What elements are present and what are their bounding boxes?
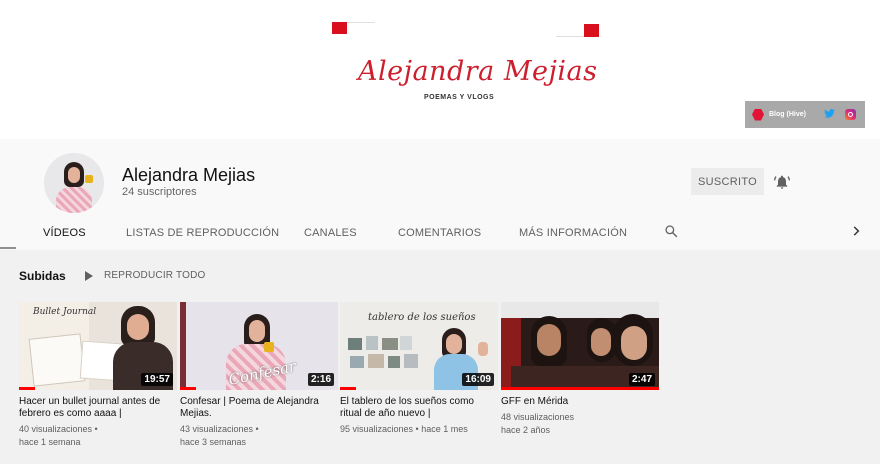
video-duration: 19:57	[141, 373, 173, 386]
video-meta: 40 visualizaciones • hace 1 semana	[19, 424, 98, 447]
banner-decoration	[332, 22, 347, 34]
bell-icon[interactable]	[774, 174, 790, 190]
play-all-label: REPRODUCIR TODO	[104, 270, 206, 281]
watch-progress	[180, 387, 196, 390]
video-card[interactable]: 2:47 GFF en Mérida 48 visualizaciones ha…	[501, 302, 659, 437]
tab-comments[interactable]: COMENTARIOS	[398, 219, 481, 247]
tab-about[interactable]: MÁS INFORMACIÓN	[519, 219, 627, 247]
thumbnail-caption: tablero de los sueños	[368, 312, 476, 323]
watch-progress	[501, 387, 659, 390]
video-age: hace 3 semanas	[180, 437, 247, 447]
video-title[interactable]: Confesar | Poema de Alejandra Mejias.	[180, 396, 338, 420]
watch-progress	[340, 387, 356, 390]
video-card[interactable]: Bullet Journal 19:57 Hacer un bullet jou…	[19, 302, 177, 449]
channel-header: Alejandra Mejias 24 suscriptores SUSCRIT…	[0, 139, 880, 250]
tab-videos[interactable]: VÍDEOS	[43, 219, 86, 247]
video-card[interactable]: Confesar 2:16 Confesar | Poema de Alejan…	[180, 302, 338, 449]
twitter-icon[interactable]	[824, 108, 835, 121]
tab-playlists[interactable]: LISTAS DE REPRODUCCIÓN	[126, 219, 279, 247]
search-icon[interactable]	[664, 224, 678, 238]
blog-link[interactable]: Blog (Hive)	[769, 111, 806, 118]
video-duration: 2:16	[307, 373, 334, 386]
section-title: Subidas	[19, 269, 66, 283]
channel-banner: Alejandra Mejias POEMAS Y VLOGS Blog (Hi…	[0, 0, 880, 139]
channel-name: Alejandra Mejias	[122, 165, 256, 185]
active-tab-indicator	[0, 247, 16, 249]
banner-decoration	[556, 36, 584, 37]
subscribed-button[interactable]: SUSCRITO	[691, 168, 764, 195]
video-title[interactable]: El tablero de los sueños como ritual de …	[340, 396, 498, 420]
video-meta: 95 visualizaciones • hace 1 mes	[340, 424, 468, 434]
video-thumbnail[interactable]: Bullet Journal 19:57	[19, 302, 177, 390]
banner-links: Blog (Hive)	[745, 101, 865, 128]
video-meta: 43 visualizaciones • hace 3 semanas	[180, 424, 259, 447]
video-age: hace 1 semana	[19, 437, 81, 447]
video-card[interactable]: tablero de los sueños 16:09 El tablero d…	[340, 302, 498, 436]
hive-icon[interactable]	[752, 108, 764, 121]
chevron-right-icon[interactable]	[849, 224, 863, 238]
banner-logo-title: Alejandra Mejias	[358, 56, 598, 87]
video-meta: 48 visualizaciones hace 2 años	[501, 411, 659, 437]
banner-decoration	[347, 22, 375, 23]
video-title[interactable]: GFF en Mérida	[501, 396, 659, 408]
channel-avatar[interactable]	[44, 153, 104, 213]
channel-tabs: VÍDEOS LISTAS DE REPRODUCCIÓN CANALES CO…	[0, 219, 880, 250]
tab-channels[interactable]: CANALES	[304, 219, 357, 247]
video-age: hace 1 mes	[421, 424, 468, 434]
video-views: 48 visualizaciones	[501, 412, 575, 422]
video-duration: 16:09	[462, 373, 494, 386]
subscriber-count: 24 suscriptores	[122, 186, 197, 198]
video-thumbnail[interactable]: 2:47	[501, 302, 659, 390]
watch-progress	[19, 387, 35, 390]
banner-logo-subtitle: POEMAS Y VLOGS	[424, 94, 495, 101]
video-views: 95 visualizaciones	[340, 424, 414, 434]
video-title[interactable]: Hacer un bullet journal antes de febrero…	[19, 396, 177, 420]
play-icon	[85, 270, 93, 281]
instagram-icon[interactable]	[844, 109, 856, 120]
video-thumbnail[interactable]: Confesar 2:16	[180, 302, 338, 390]
video-thumbnail[interactable]: tablero de los sueños 16:09	[340, 302, 498, 390]
thumbnail-caption: Bullet Journal	[33, 307, 97, 317]
video-age: hace 2 años	[501, 425, 551, 435]
play-all-button[interactable]: REPRODUCIR TODO	[85, 270, 206, 281]
video-duration: 2:47	[628, 373, 655, 386]
video-views: 40 visualizaciones	[19, 424, 93, 434]
banner-decoration	[584, 24, 599, 37]
video-views: 43 visualizaciones	[180, 424, 254, 434]
